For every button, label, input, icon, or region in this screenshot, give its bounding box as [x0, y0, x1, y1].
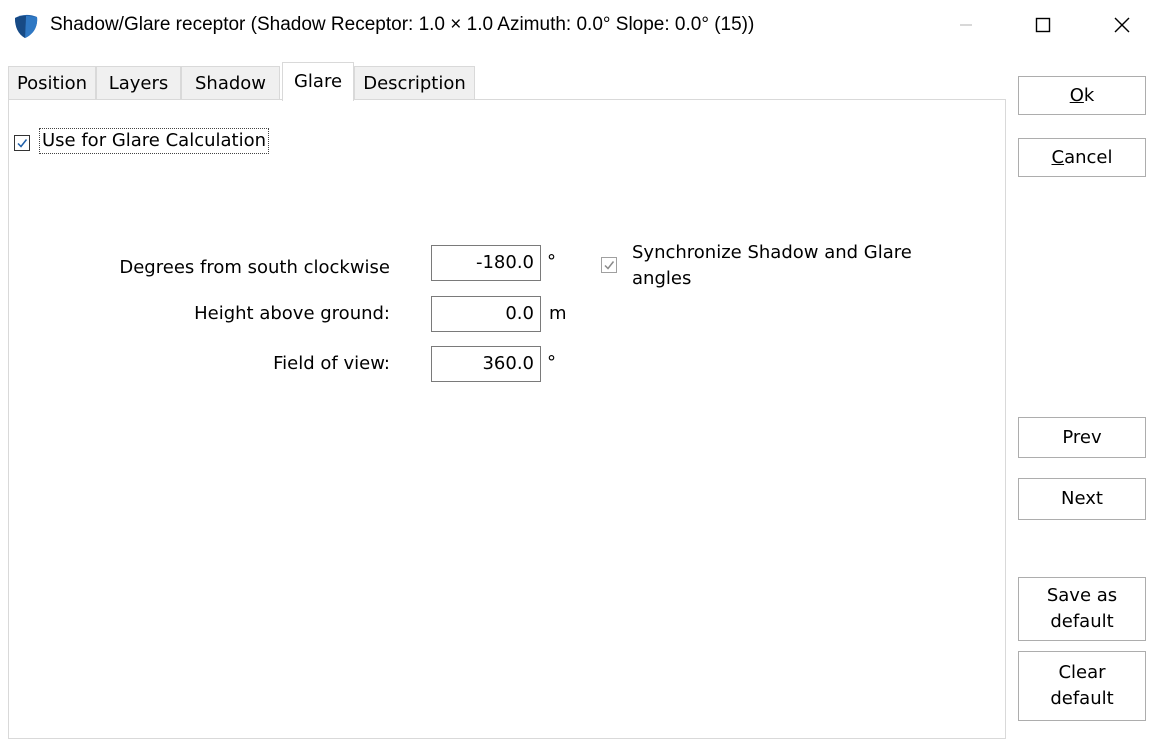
save-default-line1: Save as [1046, 585, 1118, 606]
maximize-icon [1035, 17, 1051, 33]
checkmark-icon [604, 261, 615, 270]
title-bar: Shadow/Glare receptor (Shadow Receptor: … [0, 0, 1152, 50]
fov-label: Field of view: [273, 353, 390, 374]
window-title: Shadow/Glare receptor (Shadow Receptor: … [50, 14, 755, 35]
prev-button[interactable]: Prev [1018, 417, 1146, 458]
cancel-label: ancel [1064, 146, 1113, 168]
minimize-icon [960, 24, 972, 26]
fov-unit: ° [547, 352, 556, 373]
close-icon [1114, 17, 1130, 33]
clear-default-line2: default [1050, 688, 1114, 709]
height-unit: m [549, 303, 567, 324]
tab-position[interactable]: Position [8, 66, 96, 99]
tab-shadow[interactable]: Shadow [181, 66, 280, 99]
cancel-mnemonic: C [1051, 146, 1065, 168]
degrees-label: Degrees from south clockwise [119, 257, 390, 278]
use-glare-checkbox[interactable] [14, 135, 30, 151]
height-input[interactable]: 0.0 [431, 296, 541, 332]
fov-input[interactable]: 360.0 [431, 346, 541, 382]
degrees-unit: ° [547, 251, 556, 272]
sync-angles-label-line1: Synchronize Shadow and Glare [632, 242, 912, 263]
glare-tab-panel [8, 99, 1006, 739]
sync-angles-checkbox[interactable] [601, 257, 617, 273]
tab-glare[interactable]: Glare [282, 62, 354, 101]
checkmark-icon [17, 139, 28, 148]
tab-layers[interactable]: Layers [96, 66, 181, 99]
maximize-button[interactable] [1013, 0, 1073, 50]
app-shield-icon [12, 12, 40, 40]
save-default-line2: default [1050, 611, 1114, 632]
tab-description[interactable]: Description [354, 66, 475, 99]
minimize-button[interactable] [936, 0, 996, 50]
cancel-button[interactable]: Cancel [1018, 138, 1146, 177]
clear-default-button[interactable]: Clear default [1018, 651, 1146, 721]
sync-angles-label-line2: angles [632, 268, 692, 289]
height-label: Height above ground: [194, 303, 390, 324]
use-glare-label[interactable]: Use for Glare Calculation [38, 128, 270, 154]
ok-label: k [1083, 84, 1095, 106]
degrees-input[interactable]: -180.0 [431, 245, 541, 281]
save-default-button[interactable]: Save as default [1018, 577, 1146, 641]
next-button[interactable]: Next [1018, 478, 1146, 520]
clear-default-line1: Clear [1058, 662, 1106, 683]
ok-button[interactable]: Ok [1018, 76, 1146, 115]
ok-mnemonic: O [1069, 84, 1084, 106]
close-button[interactable] [1092, 0, 1152, 50]
